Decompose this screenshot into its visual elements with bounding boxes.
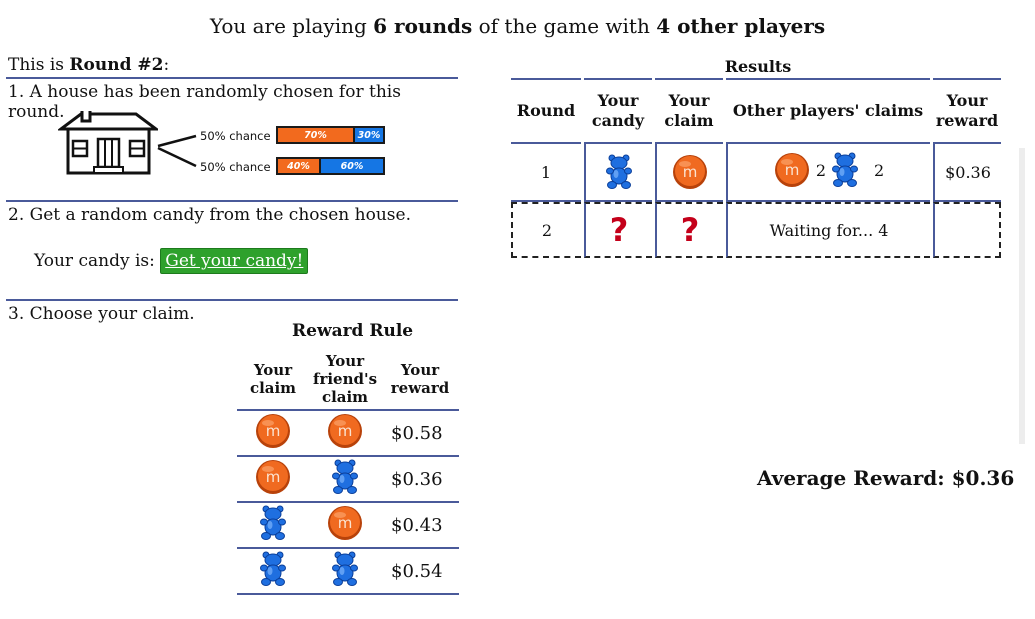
bear-claim-count: 2 (874, 160, 885, 180)
other-claims-cell: m 2 2 (726, 144, 930, 202)
house-bar-1: 70% 30% (276, 126, 385, 144)
mm-candy-icon: m (256, 460, 290, 494)
get-candy-button[interactable]: Get your candy! (160, 248, 309, 274)
round-number: 1 (511, 144, 581, 202)
your-candy-cell: ? (584, 202, 652, 258)
game-summary: You are playing 6 rounds of the game wit… (209, 14, 826, 38)
unknown-claim-icon: ? (680, 211, 700, 249)
candy-line: Your candy is: Get your candy! (34, 248, 309, 274)
results-table: Round Your candy Your claim Other player… (508, 78, 1004, 258)
table-row: m m $0.58 (237, 410, 460, 457)
table-row-current: 2 ? ? Waiting for... 4 (511, 202, 1001, 258)
mm-candy-icon: m (774, 153, 809, 187)
orange-share-2: 40% (278, 159, 319, 173)
round-number: 2 (511, 202, 581, 258)
gummy-bear-icon (332, 551, 358, 586)
gummy-bear-icon (260, 505, 286, 540)
column-header: Your friend's claim (309, 350, 382, 411)
step-3-text: 3. Choose your claim. (8, 304, 195, 324)
column-header: Your claim (655, 78, 723, 144)
reward-rule-table: Your claim Your friend's claim Your rewa… (237, 350, 460, 595)
unknown-candy-icon: ? (609, 211, 629, 249)
reward-rule-title: Reward Rule (292, 321, 414, 341)
your-claim-cell (237, 548, 309, 595)
table-row: m $0.36 (237, 456, 460, 503)
blue-share-1: 30% (353, 128, 383, 142)
column-header: Your reward (381, 350, 460, 411)
svg-text:m: m (338, 514, 353, 532)
column-header: Your claim (237, 350, 309, 411)
reward-value (933, 202, 1001, 258)
chance-label-1: 50% chance (200, 129, 271, 143)
gummy-bear-icon (832, 152, 858, 187)
your-claim-cell: m (655, 144, 723, 202)
mm-candy-icon: m (673, 155, 707, 189)
waiting-status: Waiting for... 4 (726, 202, 930, 258)
svg-text:m: m (785, 161, 800, 179)
step-2-text: 2. Get a random candy from the chosen ho… (8, 205, 411, 225)
reward-value: $0.58 (381, 410, 460, 457)
column-header: Your candy (584, 78, 652, 144)
mm-candy-icon: m (256, 414, 290, 448)
svg-text:m: m (683, 163, 698, 181)
your-candy-cell (584, 144, 652, 202)
reward-value: $0.36 (933, 144, 1001, 202)
mm-claim-count: 2 (815, 160, 826, 180)
blue-share-2: 60% (319, 159, 383, 173)
reward-value: $0.36 (381, 456, 460, 503)
reward-value: $0.43 (381, 502, 460, 549)
house-bar-2: 40% 60% (276, 157, 385, 175)
your-claim-cell (237, 502, 309, 549)
table-row: 1 m m 2 2 $0.36 (511, 144, 1001, 202)
friend-claim-cell: m (309, 410, 382, 457)
round-title: This is Round #2: (8, 55, 170, 75)
average-reward: Average Reward: $0.36 (757, 466, 1015, 490)
friend-claim-cell (309, 548, 382, 595)
orange-share-1: 70% (278, 128, 353, 142)
branch-lines (157, 134, 197, 168)
gummy-bear-icon (606, 154, 632, 189)
column-header: Other players' claims (726, 78, 930, 144)
friend-claim-cell (309, 456, 382, 503)
house-chances: 50% chance 70% 30% 50% chance 40% 60% (58, 111, 388, 181)
svg-text:m: m (266, 468, 281, 486)
mm-candy-icon: m (328, 414, 362, 448)
column-header: Round (511, 78, 581, 144)
svg-text:m: m (338, 422, 353, 440)
your-claim-cell: m (237, 456, 309, 503)
friend-claim-cell: m (309, 502, 382, 549)
results-title: Results (724, 57, 792, 76)
reward-value: $0.54 (381, 548, 460, 595)
scrollbar-track[interactable] (1019, 148, 1025, 444)
table-row: m $0.43 (237, 502, 460, 549)
chance-label-2: 50% chance (200, 160, 271, 174)
house-icon (58, 111, 158, 175)
table-row: $0.54 (237, 548, 460, 595)
your-claim-cell: m (237, 410, 309, 457)
svg-text:m: m (266, 422, 281, 440)
gummy-bear-icon (332, 459, 358, 494)
column-header: Your reward (933, 78, 1001, 144)
gummy-bear-icon (260, 551, 286, 586)
left-panel: This is Round #2: 1. A house has been ra… (6, 55, 458, 324)
your-claim-cell: ? (655, 202, 723, 258)
mm-candy-icon: m (328, 506, 362, 540)
